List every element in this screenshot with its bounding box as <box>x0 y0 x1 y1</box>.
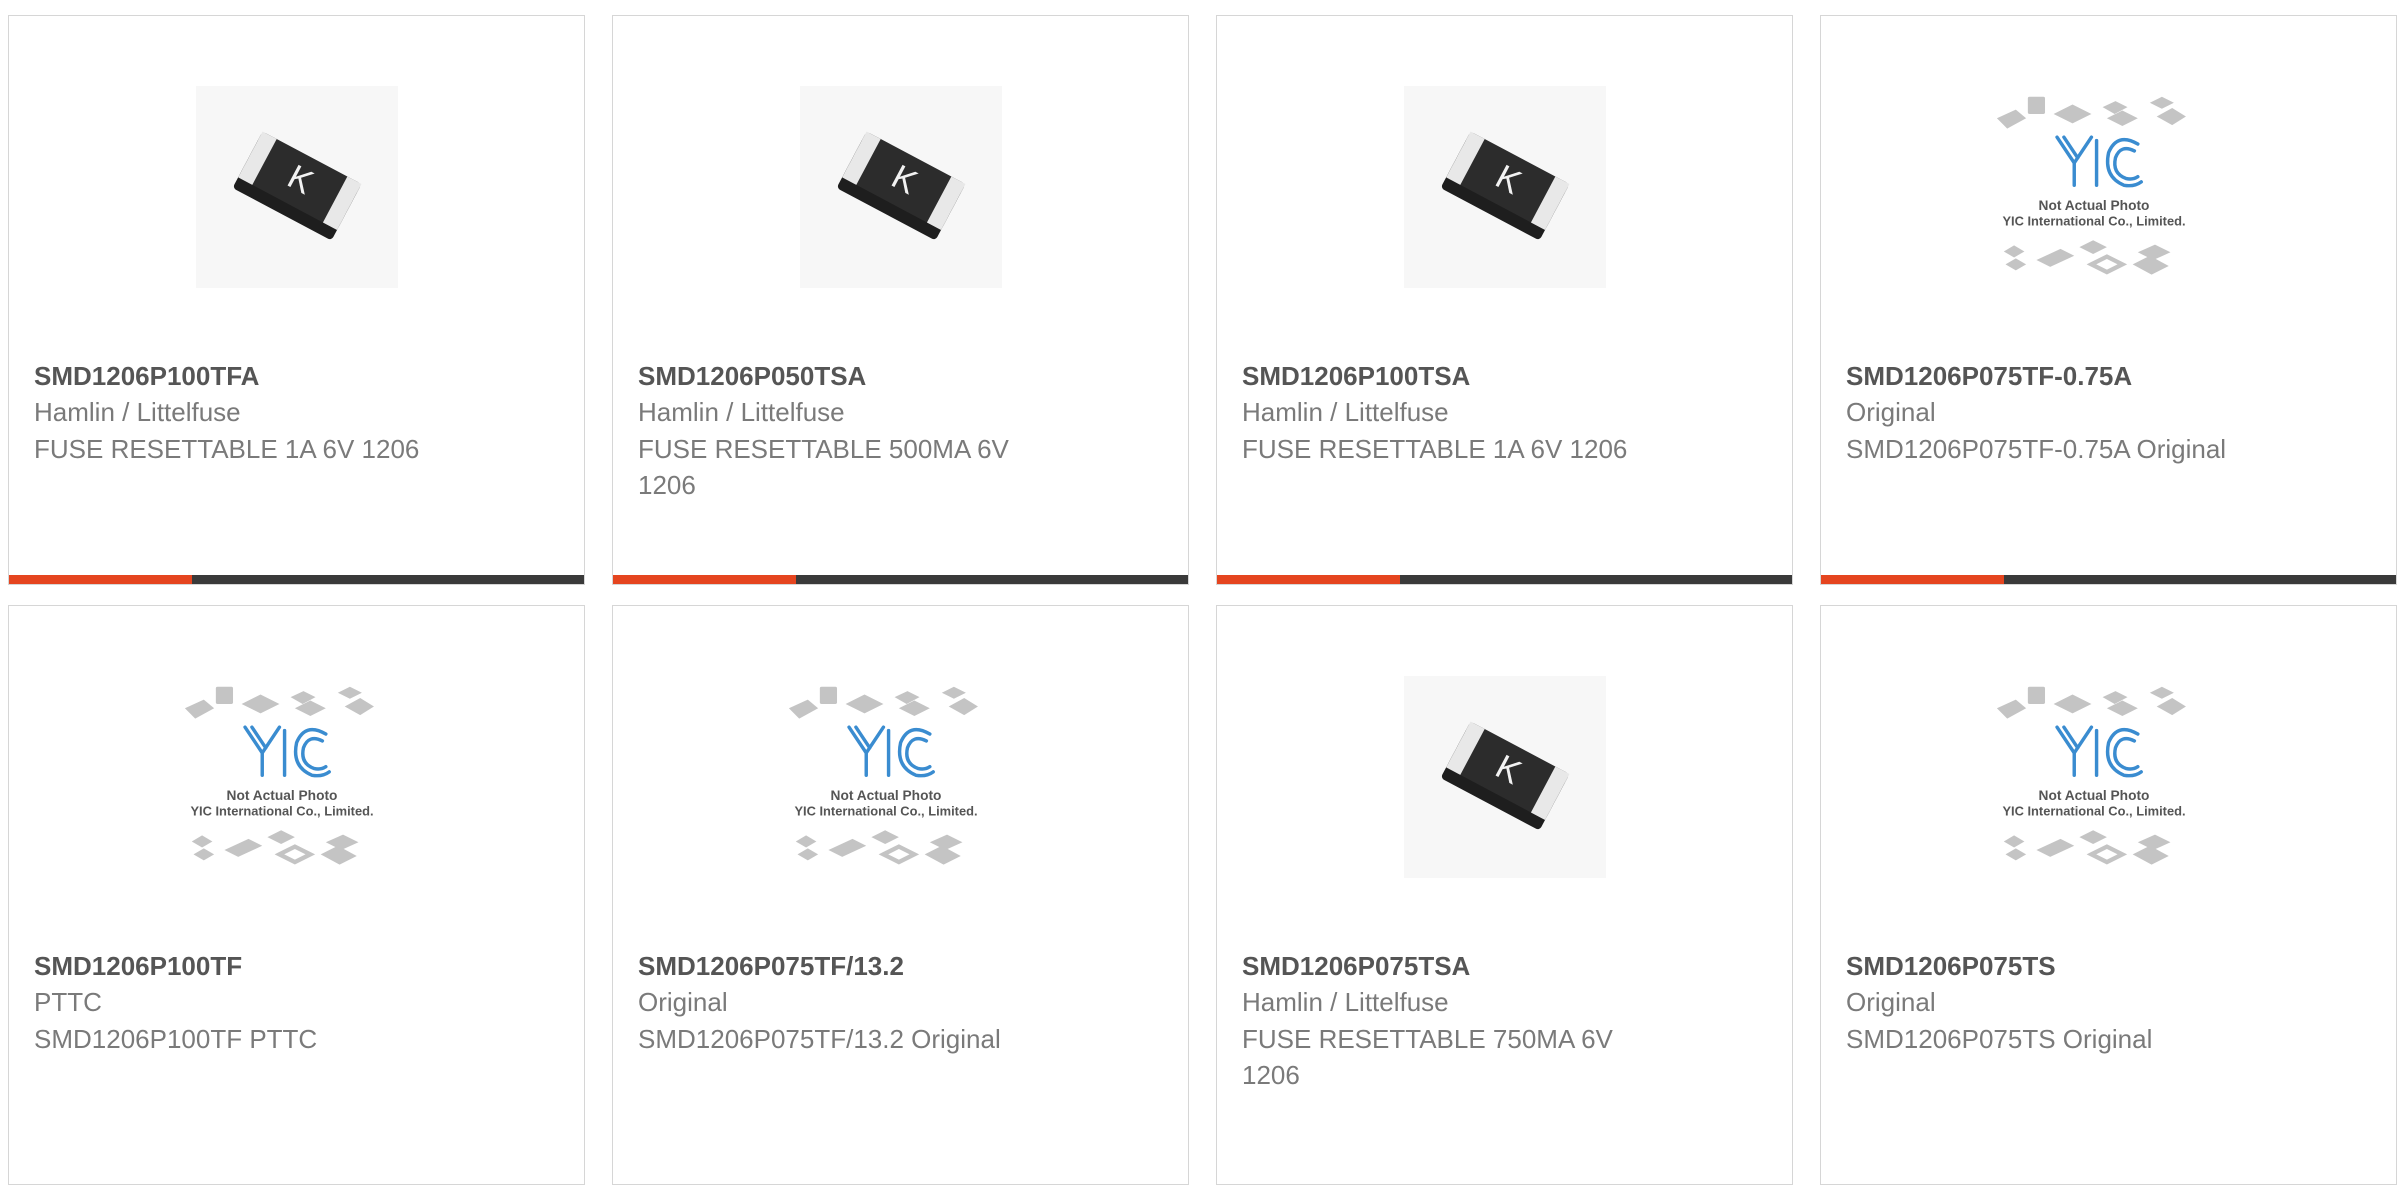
product-image[interactable]: Not Actual Photo YIC International Co., … <box>1996 86 2210 288</box>
manufacturer: Hamlin / Littelfuse <box>1242 397 1449 427</box>
placeholder-logo: Not Actual Photo YIC International Co., … <box>1996 96 2186 275</box>
svg-text:YIC International Co., Limited: YIC International Co., Limited. <box>2002 214 2185 229</box>
product-card[interactable]: K SMD1206P100TFA Hamlin / Littelfuse FUS… <box>8 15 585 585</box>
product-image[interactable]: Not Actual Photo YIC International Co., … <box>1996 676 2210 878</box>
product-image[interactable]: K <box>196 86 398 288</box>
product-card[interactable]: K SMD1206P075TSA Hamlin / Littelfuse FUS… <box>1216 605 1793 1185</box>
description: FUSE RESETTABLE 1A 6V 1206 <box>34 434 420 464</box>
fuse-chip-icon: K <box>1404 676 1606 878</box>
manufacturer: Hamlin / Littelfuse <box>638 397 845 427</box>
description: SMD1206P100TF PTTC <box>34 1024 318 1054</box>
product-card[interactable]: K SMD1206P050TSA Hamlin / Littelfuse FUS… <box>612 15 1189 585</box>
manufacturer: PTTC <box>34 987 102 1017</box>
description: FUSE RESETTABLE 750MA 6V 1206 <box>1242 1024 1613 1090</box>
product-info: SMD1206P050TSA Hamlin / Littelfuse FUSE … <box>638 358 1048 503</box>
part-number[interactable]: SMD1206P050TSA <box>638 358 1048 394</box>
product-info: SMD1206P100TF PTTC SMD1206P100TF PTTC <box>34 948 444 1057</box>
product-card[interactable]: Not Actual Photo YIC International Co., … <box>8 605 585 1185</box>
manufacturer: Original <box>1846 987 1936 1017</box>
svg-text:Not Actual Photo: Not Actual Photo <box>2039 198 2150 213</box>
manufacturer: Original <box>638 987 728 1017</box>
part-number[interactable]: SMD1206P075TSA <box>1242 948 1652 984</box>
product-info: SMD1206P075TF-0.75A Original SMD1206P075… <box>1846 358 2256 467</box>
product-image[interactable]: K <box>800 86 1002 288</box>
svg-text:Not Actual Photo: Not Actual Photo <box>831 788 942 803</box>
card-footer-bar <box>1217 575 1792 584</box>
fuse-chip-icon: K <box>196 86 398 288</box>
product-grid: K SMD1206P100TFA Hamlin / Littelfuse FUS… <box>0 0 2400 1185</box>
card-footer-bar <box>1821 575 2396 584</box>
description: FUSE RESETTABLE 500MA 6V 1206 <box>638 434 1009 500</box>
part-number[interactable]: SMD1206P100TSA <box>1242 358 1652 394</box>
fuse-chip-icon: K <box>800 86 1002 288</box>
product-image[interactable]: Not Actual Photo YIC International Co., … <box>788 676 1002 878</box>
part-number[interactable]: SMD1206P100TFA <box>34 358 444 394</box>
description: SMD1206P075TS Original <box>1846 1024 2153 1054</box>
product-image[interactable]: K <box>1404 86 1606 288</box>
svg-text:YIC International Co., Limited: YIC International Co., Limited. <box>190 804 373 819</box>
product-info: SMD1206P100TFA Hamlin / Littelfuse FUSE … <box>34 358 444 467</box>
manufacturer: Hamlin / Littelfuse <box>34 397 241 427</box>
product-image[interactable]: K <box>1404 676 1606 878</box>
fuse-chip-icon: K <box>1404 86 1606 288</box>
part-number[interactable]: SMD1206P075TF-0.75A <box>1846 358 2256 394</box>
svg-text:YIC International Co., Limited: YIC International Co., Limited. <box>794 804 977 819</box>
description: SMD1206P075TF/13.2 Original <box>638 1024 1001 1054</box>
product-card[interactable]: K SMD1206P100TSA Hamlin / Littelfuse FUS… <box>1216 15 1793 585</box>
svg-text:Not Actual Photo: Not Actual Photo <box>2039 788 2150 803</box>
part-number[interactable]: SMD1206P100TF <box>34 948 444 984</box>
description: FUSE RESETTABLE 1A 6V 1206 <box>1242 434 1628 464</box>
svg-text:YIC International Co., Limited: YIC International Co., Limited. <box>2002 804 2185 819</box>
product-card[interactable]: Not Actual Photo YIC International Co., … <box>612 605 1189 1185</box>
svg-text:Not Actual Photo: Not Actual Photo <box>227 788 338 803</box>
part-number[interactable]: SMD1206P075TS <box>1846 948 2256 984</box>
product-info: SMD1206P100TSA Hamlin / Littelfuse FUSE … <box>1242 358 1652 467</box>
manufacturer: Original <box>1846 397 1936 427</box>
product-card[interactable]: Not Actual Photo YIC International Co., … <box>1820 605 2397 1185</box>
placeholder-logo: Not Actual Photo YIC International Co., … <box>1996 686 2186 865</box>
card-footer-bar <box>9 575 584 584</box>
placeholder-logo: Not Actual Photo YIC International Co., … <box>788 686 978 865</box>
description: SMD1206P075TF-0.75A Original <box>1846 434 2227 464</box>
product-info: SMD1206P075TS Original SMD1206P075TS Ori… <box>1846 948 2256 1057</box>
placeholder-logo: Not Actual Photo YIC International Co., … <box>184 686 374 865</box>
part-number[interactable]: SMD1206P075TF/13.2 <box>638 948 1048 984</box>
manufacturer: Hamlin / Littelfuse <box>1242 987 1449 1017</box>
product-info: SMD1206P075TSA Hamlin / Littelfuse FUSE … <box>1242 948 1652 1093</box>
product-card[interactable]: Not Actual Photo YIC International Co., … <box>1820 15 2397 585</box>
product-info: SMD1206P075TF/13.2 Original SMD1206P075T… <box>638 948 1048 1057</box>
product-image[interactable]: Not Actual Photo YIC International Co., … <box>184 676 398 878</box>
card-footer-bar <box>613 575 1188 584</box>
